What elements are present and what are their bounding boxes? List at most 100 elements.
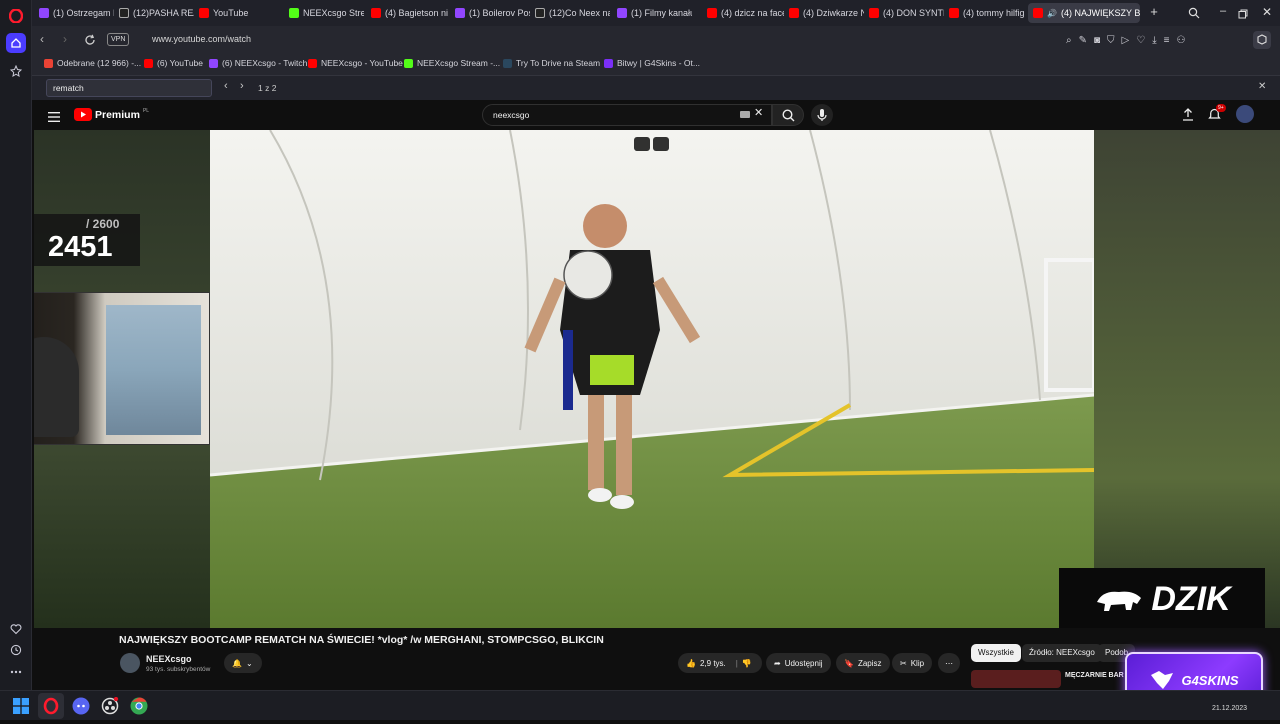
- bookmark[interactable]: Odebrane (12 966) -...: [44, 58, 141, 68]
- youtube-icon: [869, 8, 879, 18]
- minimize-button[interactable]: –: [1216, 5, 1230, 19]
- thumbs-down-icon[interactable]: 👎: [742, 659, 752, 668]
- clear-search-icon[interactable]: ✕: [754, 108, 763, 119]
- bookmark[interactable]: (6) NEEXcsgo - Twitch: [209, 58, 307, 68]
- windows-start-icon[interactable]: [13, 698, 29, 719]
- save-button[interactable]: 🔖 Zapisz: [836, 653, 890, 673]
- tab-label: (1) Filmy kanału: [631, 8, 692, 18]
- reload-icon[interactable]: [84, 33, 96, 51]
- tab[interactable]: (1) Boilerov Posc: [450, 3, 530, 23]
- find-next-button[interactable]: ›: [240, 81, 244, 92]
- tab-bar: (1) Ostrzegam H (12)PASHA REAK YouTube N…: [32, 0, 1280, 26]
- copy-icon[interactable]: [634, 137, 650, 151]
- share-button[interactable]: ➦ Udostępnij: [766, 653, 831, 673]
- tiktok-icon: [119, 8, 129, 18]
- share-label: Udostępnij: [784, 658, 823, 668]
- opera-logo-icon[interactable]: [6, 6, 26, 26]
- tab[interactable]: (12)Co Neex naj: [530, 3, 610, 23]
- find-input[interactable]: rematch: [46, 79, 212, 97]
- goal-current: 2451: [48, 231, 113, 263]
- related-video-thumbnail[interactable]: [971, 670, 1061, 688]
- tab[interactable]: (12)PASHA REAK: [114, 3, 194, 23]
- menu-icon[interactable]: ≡: [1164, 35, 1170, 46]
- url-field[interactable]: www.youtube.com/watch: [152, 34, 251, 44]
- star-icon[interactable]: [6, 61, 26, 81]
- play-icon[interactable]: ▷: [1122, 35, 1130, 46]
- video-frame[interactable]: [210, 130, 1094, 628]
- zoom-search-icon[interactable]: ⌕: [1066, 35, 1072, 46]
- youtube-premium-logo[interactable]: Premium PL: [74, 108, 149, 121]
- search-button[interactable]: [772, 104, 804, 126]
- close-window-button[interactable]: ✕: [1260, 5, 1274, 19]
- kick-icon: [404, 58, 413, 68]
- bookmark-label: (6) NEEXcsgo - Twitch: [222, 58, 308, 68]
- tab[interactable]: (1) Ostrzegam H: [34, 3, 114, 23]
- download-icon[interactable]: ⤓: [1152, 35, 1156, 46]
- twitch-icon: [39, 8, 49, 18]
- back-button[interactable]: ‹: [40, 33, 44, 45]
- youtube-icon: [308, 58, 317, 68]
- clip-button[interactable]: ✂ Klip: [892, 653, 933, 673]
- history-icon[interactable]: [6, 640, 26, 660]
- tab[interactable]: (4) Dziwkarze Ne: [784, 3, 864, 23]
- upload-icon[interactable]: [1182, 108, 1194, 126]
- heart-icon[interactable]: [6, 619, 26, 639]
- video-player[interactable]: / 2600 2451 DZIK: [34, 130, 1280, 628]
- channel-name[interactable]: NEEXcsgo: [146, 654, 192, 664]
- keyboard-icon[interactable]: [740, 111, 750, 118]
- bookmark[interactable]: Bitwy | G4Skins - Ot...: [604, 58, 700, 68]
- discord-icon[interactable]: [72, 697, 90, 720]
- tab[interactable]: (4) Bagietson nie: [366, 3, 448, 23]
- more-icon: ⋯: [945, 658, 953, 668]
- tab[interactable]: (1) Filmy kanału: [612, 3, 692, 23]
- record-icon[interactable]: [653, 137, 669, 151]
- tab[interactable]: YouTube: [194, 3, 278, 23]
- forward-button[interactable]: ›: [63, 33, 67, 45]
- tab[interactable]: (4) dzicz na face: [702, 3, 784, 23]
- tab[interactable]: (4) tommy hilfige: [944, 3, 1024, 23]
- vpn-badge[interactable]: VPN: [107, 33, 130, 46]
- obs-icon[interactable]: [101, 696, 119, 720]
- bookmark[interactable]: NEEXcsgo Stream -...: [404, 58, 500, 68]
- youtube-icon: [789, 8, 799, 18]
- like-button[interactable]: 👍 2,9 tys. | 👎: [678, 653, 762, 673]
- chrome-icon[interactable]: [130, 697, 148, 720]
- opera-sidebar: [0, 0, 32, 690]
- channel-avatar[interactable]: [120, 653, 140, 673]
- search-input[interactable]: neexcsgo: [482, 104, 772, 126]
- related-video-title[interactable]: MĘCZARNIE BAR: [1065, 672, 1124, 679]
- find-previous-button[interactable]: ‹: [224, 81, 228, 92]
- home-icon[interactable]: [6, 33, 26, 53]
- find-close-button[interactable]: ✕: [1258, 81, 1266, 92]
- tab[interactable]: NEEXcsgo Stream: [284, 3, 364, 23]
- edit-icon[interactable]: ✎: [1079, 35, 1087, 46]
- subscribe-bell-button[interactable]: 🔔 ⌄: [224, 653, 262, 673]
- shield-icon[interactable]: ⛉: [1107, 35, 1115, 46]
- bookmark-label: Odebrane (12 966) -...: [57, 58, 142, 68]
- bookmark[interactable]: NEEXcsgo - YouTube: [308, 58, 403, 68]
- speaker-icon[interactable]: 🔊: [1047, 9, 1057, 18]
- avatar[interactable]: [1236, 105, 1254, 123]
- hamburger-menu-icon[interactable]: [48, 109, 60, 127]
- extensions-icon[interactable]: [1253, 31, 1271, 49]
- account-icon[interactable]: ⚇: [1176, 35, 1185, 46]
- chip-all[interactable]: Wszystkie: [971, 644, 1021, 662]
- search-tabs-icon[interactable]: [1188, 6, 1202, 20]
- video-info: NAJWIĘKSZY BOOTCAMP REMATCH NA ŚWIECIE! …: [34, 628, 1280, 690]
- heart-icon[interactable]: ♡: [1136, 35, 1145, 46]
- camera-icon[interactable]: ◙: [1094, 35, 1100, 46]
- chip-from-channel[interactable]: Źródło: NEEXcsgo: [1022, 644, 1102, 662]
- bookmark[interactable]: (6) YouTube: [144, 58, 203, 68]
- youtube-icon: [1033, 8, 1043, 18]
- find-bar: rematch ‹ › 1 z 2 ✕: [32, 76, 1280, 100]
- taskbar-opera-button[interactable]: [38, 693, 64, 719]
- restore-button[interactable]: [1238, 6, 1250, 19]
- tab[interactable]: (4) DON SYNTHO: [864, 3, 944, 23]
- voice-search-button[interactable]: [811, 104, 833, 126]
- bookmark[interactable]: Try To Drive na Steam: [503, 58, 600, 68]
- youtube-play-icon: [74, 108, 92, 121]
- more-options-icon[interactable]: [6, 662, 26, 682]
- more-actions-button[interactable]: ⋯: [938, 653, 960, 673]
- new-tab-button[interactable]: +: [1147, 5, 1161, 19]
- tab-active[interactable]: 🔊(4) NAJWIĘKSZY BOO: [1028, 3, 1140, 23]
